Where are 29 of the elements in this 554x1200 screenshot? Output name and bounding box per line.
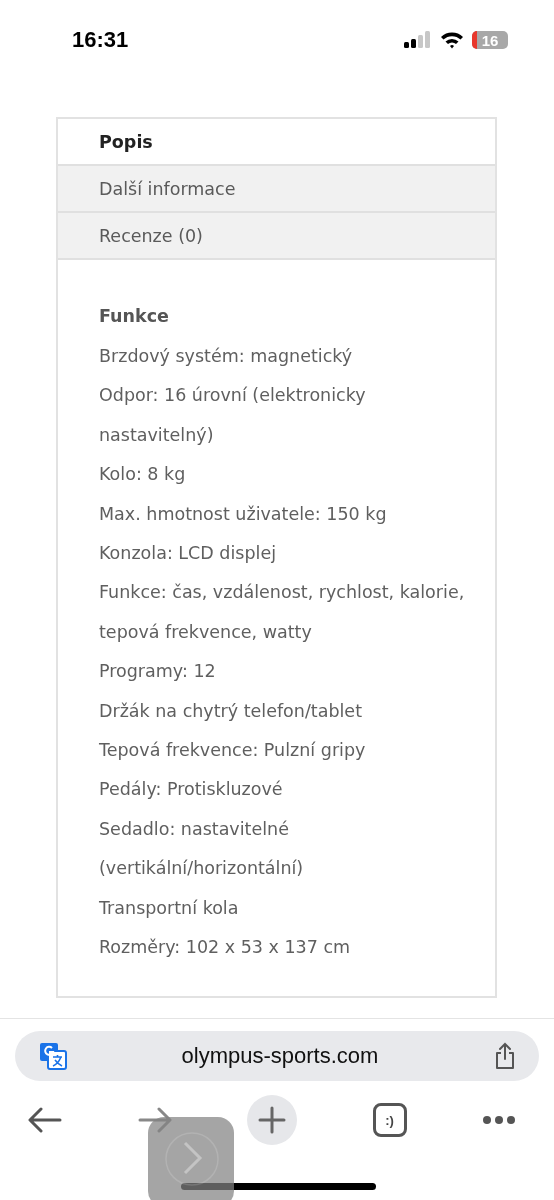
status-time: 16:31 bbox=[72, 27, 129, 53]
share-icon[interactable] bbox=[493, 1042, 517, 1070]
spec-line: Max. hmotnost uživatele: 150 kg bbox=[99, 502, 388, 526]
tabs-button[interactable]: :) bbox=[372, 1103, 407, 1137]
spec-line: Sedadlo: nastavitelné (vertikální/horizontální) bbox=[99, 817, 305, 881]
tab[interactable]: Recenze (0) bbox=[58, 213, 495, 260]
url-text: olympus-sports.com bbox=[181, 1043, 379, 1069]
section-heading: Funkce bbox=[99, 305, 170, 328]
spec-line: Kolo: 8 kg bbox=[99, 463, 187, 487]
spec-line: Transportní kola bbox=[99, 896, 240, 920]
spec-line: Držák na chytrý telefon/tablet bbox=[99, 699, 363, 723]
spec-line: Brzdový systém: magnetický bbox=[99, 345, 354, 368]
wifi-icon bbox=[440, 31, 464, 49]
address-bar[interactable]: olympus-sports.com bbox=[15, 1031, 539, 1081]
spec-line: Pedály: Protiskluzové bbox=[99, 778, 284, 802]
spec-line: Odpor: 16 úrovní (elektronicky nastavitelný) bbox=[99, 384, 367, 447]
spec-line: Rozměry: 102 x 53 x 137 cm bbox=[99, 936, 352, 960]
signal-icon bbox=[404, 31, 432, 49]
spec-line: Funkce: čas, vzdálenost, rychlost, kalorie, tepová frekvence, watty bbox=[99, 581, 465, 644]
spec-line: Tepová frekvence: Pulzní gripy bbox=[99, 739, 367, 763]
spec-line: Konzola: LCD displej bbox=[99, 542, 278, 566]
translate-icon bbox=[39, 1042, 67, 1070]
more-icon[interactable] bbox=[482, 1115, 516, 1125]
spec-line: Programy: 12 bbox=[99, 660, 217, 684]
tab[interactable]: Další informace bbox=[58, 166, 495, 213]
new-tab-icon[interactable] bbox=[247, 1095, 297, 1145]
floating-button-icon[interactable] bbox=[148, 1117, 234, 1200]
back-icon[interactable] bbox=[28, 1107, 62, 1133]
battery-icon: 16 bbox=[472, 31, 508, 49]
